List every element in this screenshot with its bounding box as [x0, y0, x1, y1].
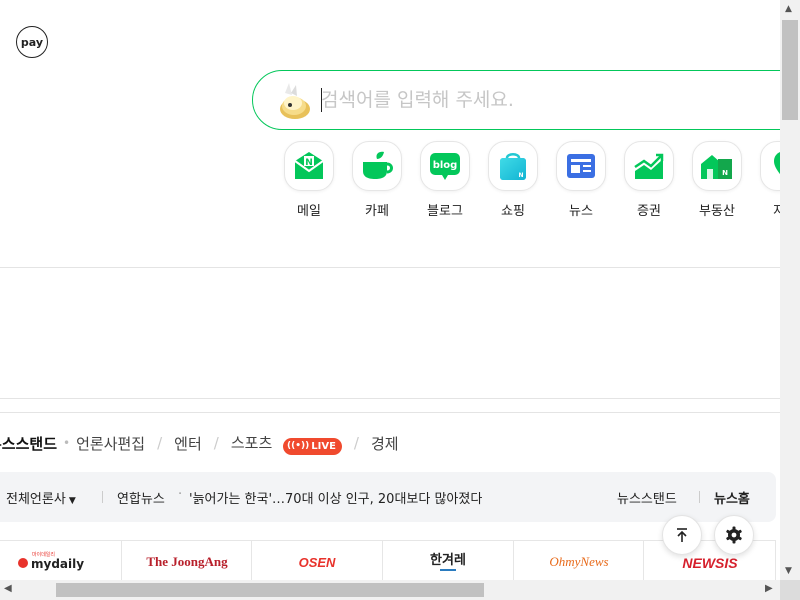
svg-text:mydaily: mydaily	[31, 557, 84, 571]
tab-separator: /	[353, 434, 359, 453]
shortcut-news[interactable]: 뉴스	[547, 141, 615, 219]
mail-icon: N	[284, 141, 334, 191]
shortcut-cafe[interactable]: 카페	[343, 141, 411, 219]
press-logo-grid: 마이데일리 mydaily The JoongAng OSEN 한겨레 Ohmy…	[0, 540, 776, 581]
svg-text:N: N	[305, 158, 313, 168]
shortcut-label: 증권	[637, 204, 661, 219]
news-tabs: 뉴스스탠드 • 언론사편집 / 엔터 / 스포츠 ((•)) LIVE / 경제	[0, 432, 399, 455]
svg-text:OSEN: OSEN	[299, 555, 336, 570]
press-select-label: 전체언론사	[6, 492, 66, 507]
section-divider	[0, 398, 780, 399]
divider	[699, 491, 700, 503]
shopping-icon: N	[488, 141, 538, 191]
shortcut-stock[interactable]: 증권	[615, 141, 683, 219]
stock-icon	[624, 141, 674, 191]
section-divider	[0, 267, 800, 268]
shortcut-label: 블로그	[427, 204, 463, 219]
arrow-up-icon	[677, 528, 687, 542]
scroll-down-arrow-icon[interactable]: ▼	[785, 566, 792, 576]
tab-entertainment[interactable]: 엔터	[174, 433, 202, 454]
news-headline[interactable]: '늙어가는 한국'…70대 이상 인구, 20대보다 많아졌다	[189, 488, 482, 507]
broadcast-icon: ((•))	[287, 441, 310, 451]
press-logo-joongang[interactable]: The JoongAng	[122, 541, 253, 581]
press-logo-ohmynews[interactable]: OhmyNews	[514, 541, 645, 581]
newshome-link[interactable]: 뉴스홈	[714, 488, 750, 507]
svg-text:NEWSIS: NEWSIS	[682, 555, 738, 571]
shortcut-shopping[interactable]: N 쇼핑	[479, 141, 547, 219]
realestate-icon: N	[692, 141, 742, 191]
svg-text:한겨레: 한겨레	[430, 552, 466, 568]
blog-icon: blog	[420, 141, 470, 191]
tab-press-edit[interactable]: 언론사편집	[76, 433, 145, 454]
svg-text:N: N	[518, 172, 523, 179]
vertical-scroll-thumb[interactable]	[782, 20, 798, 120]
search-logo-icon	[280, 83, 310, 119]
shortcut-realestate[interactable]: N 부동산	[683, 141, 751, 219]
scroll-right-arrow-icon[interactable]: ▶	[765, 583, 773, 594]
gear-icon	[726, 526, 742, 544]
press-logo-osen[interactable]: OSEN	[252, 541, 384, 581]
section-divider	[0, 412, 780, 413]
news-source[interactable]: 연합뉴스	[117, 488, 165, 507]
press-logo-newsis[interactable]: NEWSIS	[644, 541, 775, 581]
tab-separator: /	[157, 434, 163, 453]
pay-label: pay	[20, 35, 44, 49]
shortcut-label: 카페	[365, 204, 389, 219]
caret-down-icon: ▼	[68, 496, 76, 506]
news-icon	[556, 141, 606, 191]
horizontal-scrollbar[interactable]: ◀ ▶	[0, 580, 780, 600]
scroll-to-top-button[interactable]	[662, 515, 702, 555]
live-label: LIVE	[311, 440, 336, 452]
svg-text:N: N	[722, 169, 728, 177]
shortcut-mail[interactable]: N 메일	[275, 141, 343, 219]
press-select-dropdown[interactable]: 전체언론사 ▼	[6, 488, 76, 507]
tab-separator: /	[213, 434, 219, 453]
divider	[102, 491, 103, 503]
blog-icon-text: blog	[433, 160, 458, 171]
shortcut-label: 부동산	[699, 204, 735, 219]
svg-text:OhmyNews: OhmyNews	[549, 554, 608, 569]
live-badge: ((•)) LIVE	[283, 437, 342, 455]
cafe-icon	[352, 141, 402, 191]
settings-button[interactable]	[714, 515, 754, 555]
shortcut-label: 쇼핑	[501, 204, 525, 219]
press-logo-hani[interactable]: 한겨레	[383, 541, 514, 581]
scrollbar-corner	[780, 580, 800, 600]
pay-button[interactable]: pay	[16, 26, 48, 58]
scroll-left-arrow-icon[interactable]: ◀	[4, 583, 12, 594]
shortcut-label: 뉴스	[569, 204, 593, 219]
shortcut-label: 메일	[297, 204, 321, 219]
tab-separator: •	[63, 436, 71, 451]
scroll-up-arrow-icon[interactable]: ▲	[785, 4, 792, 14]
search-box[interactable]	[252, 70, 800, 130]
press-logo-mydaily[interactable]: 마이데일리 mydaily	[0, 541, 122, 581]
tab-sports-label: 스포츠	[230, 434, 273, 452]
horizontal-scroll-thumb[interactable]	[56, 583, 484, 597]
svg-text:The JoongAng: The JoongAng	[146, 554, 228, 569]
shortcut-blog[interactable]: blog 블로그	[411, 141, 479, 219]
tab-economy[interactable]: 경제	[371, 433, 399, 454]
search-input[interactable]	[321, 85, 721, 115]
service-shortcuts: N 메일 카페 blog 블로그 N 쇼핑 뉴스 증권 N 부동산	[275, 141, 800, 219]
tab-sports[interactable]: 스포츠 ((•)) LIVE	[231, 432, 342, 455]
newsstand-link[interactable]: 뉴스스탠드	[617, 488, 677, 507]
tab-newsstand[interactable]: 뉴스스탠드	[0, 433, 57, 454]
news-rolling-bar: 전체언론사 ▼ 연합뉴스 · '늙어가는 한국'…70대 이상 인구, 20대보다…	[0, 472, 776, 522]
vertical-scrollbar[interactable]: ▲ ▼	[780, 0, 800, 580]
separator-dot: ·	[178, 487, 183, 502]
